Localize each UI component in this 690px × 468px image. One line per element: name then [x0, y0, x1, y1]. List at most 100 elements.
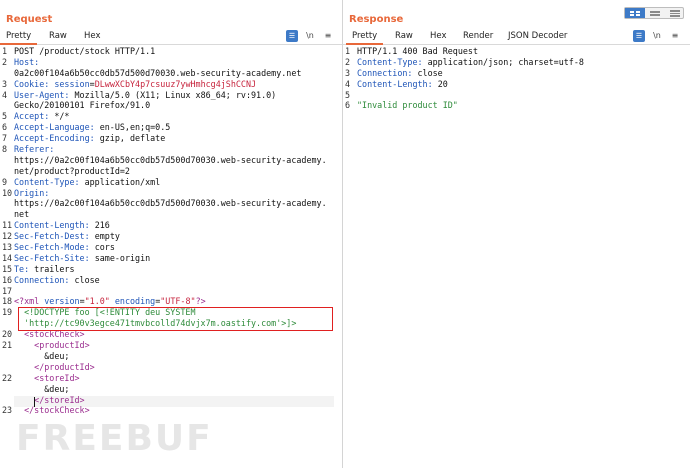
code-line[interactable]: </storeId> — [0, 395, 342, 406]
code-line[interactable]: 13 Sec-Fetch-Mode: cors — [0, 242, 342, 253]
token: &deu; — [14, 383, 70, 394]
code-line[interactable]: 1 HTTP/1.1 400 Bad Request — [343, 46, 690, 57]
code-line[interactable]: Gecko/20100101 Firefox/91.0 — [0, 100, 342, 111]
code-line[interactable]: &deu; — [0, 384, 342, 395]
line-number: 7 — [2, 133, 8, 144]
line-number: 18 — [2, 296, 13, 307]
token: encoding — [114, 296, 156, 307]
token: User-Agent: — [14, 89, 75, 100]
code-line[interactable]: 3 Connection: close — [343, 68, 690, 79]
line-number: 12 — [2, 231, 13, 242]
hamburger-menu-icon[interactable]: ≡ — [322, 30, 334, 42]
code-line[interactable]: &deu; — [0, 351, 342, 362]
code-line[interactable]: 4 Content-Length: 20 — [343, 79, 690, 90]
actions-menu-icon[interactable]: ☰ — [633, 30, 645, 42]
newline-toggle-icon[interactable]: \n — [651, 30, 663, 42]
code-line[interactable]: 1 POST /product/stock HTTP/1.1 — [0, 46, 342, 57]
code-line[interactable]: https://0a2c00f104a6b50cc0db57d500d70030… — [0, 155, 342, 166]
token: Accept-Language: — [14, 122, 100, 133]
tab-raw[interactable]: Raw — [49, 31, 67, 41]
code-line[interactable]: 5 — [343, 90, 690, 101]
token: 20 — [437, 78, 448, 89]
line-number: 4 — [345, 78, 351, 89]
tab-pretty[interactable]: Pretty — [0, 31, 38, 45]
code-line[interactable]: 18 <?xml version="1.0" encoding="UTF-8"?> — [0, 296, 342, 307]
actions-menu-icon[interactable]: ☰ — [286, 30, 298, 42]
line-text: "Invalid product ID" — [357, 100, 458, 111]
line-number: 8 — [2, 144, 8, 155]
tab-render[interactable]: Render — [463, 31, 493, 41]
token: Sec-Fetch-Dest: — [14, 231, 95, 242]
code-line[interactable]: https://0a2c00f104a6b50cc0db57d500d70030… — [0, 198, 342, 209]
code-line[interactable]: 8 Referer: — [0, 144, 342, 155]
code-line[interactable]: 9 Content-Type: application/xml — [0, 177, 342, 188]
token: */* — [54, 111, 70, 122]
token: DLwwXCbY4p7csuuz7ywHmhcg4jShCCNJ — [94, 78, 257, 89]
line-text: Accept: */* — [14, 111, 69, 122]
code-line[interactable]: 2 Content-Type: application/json; charset… — [343, 57, 690, 68]
code-line[interactable]: 6 Accept-Language: en-US,en;q=0.5 — [0, 122, 342, 133]
token: application/xml — [84, 176, 161, 187]
request-editor[interactable]: 1 POST /product/stock HTTP/1.1 2 Host: 0a2c0… — [0, 46, 342, 416]
line-text: &deu; — [14, 384, 69, 395]
line-number: 2 — [2, 56, 8, 67]
tab-hex[interactable]: Hex — [430, 31, 447, 41]
code-line[interactable]: 12 Sec-Fetch-Dest: empty — [0, 231, 342, 242]
line-number: 1 — [345, 46, 351, 56]
code-line[interactable]: 22 <storeId> — [0, 373, 342, 384]
line-number: 14 — [2, 252, 13, 263]
line-text: Connection: close — [14, 275, 100, 286]
token: net/product?productId=2 — [14, 165, 130, 176]
token: same-origin — [94, 252, 151, 263]
line-number: 13 — [2, 242, 13, 253]
code-line[interactable]: 5 Accept: */* — [0, 111, 342, 122]
code-line[interactable]: net/product?productId=2 — [0, 166, 342, 177]
code-line[interactable]: 16 Connection: close — [0, 275, 342, 286]
response-title: Response — [349, 14, 404, 25]
token: "UTF-8" — [160, 296, 196, 307]
code-line[interactable]: </productId> — [0, 362, 342, 373]
line-number: 2 — [345, 56, 351, 67]
line-text: </stockCheck> — [14, 405, 90, 416]
tab-hex[interactable]: Hex — [84, 31, 101, 41]
token: <storeId> — [14, 372, 80, 383]
token: cors — [94, 242, 115, 253]
newline-toggle-icon[interactable]: \n — [304, 30, 316, 42]
line-text: https://0a2c00f104a6b50cc0db57d500d70030… — [14, 198, 327, 209]
code-line[interactable]: 10 Origin: — [0, 188, 342, 199]
line-text: </storeId> — [14, 395, 84, 406]
token: 216 — [94, 220, 110, 231]
code-line[interactable]: net — [0, 209, 342, 220]
code-line[interactable]: 23 </stockCheck> — [0, 405, 342, 416]
tab-pretty[interactable]: Pretty — [345, 31, 384, 45]
code-line[interactable]: 6 "Invalid product ID" — [343, 100, 690, 111]
line-number: 1 — [2, 46, 8, 56]
token: Mozilla/5.0 (X11; Linux x86_64; rv:91.0) — [74, 89, 277, 100]
token: Content-Length: — [14, 220, 95, 231]
code-line[interactable]: 21 <productId> — [0, 340, 342, 351]
watermark: FREEBUF — [16, 418, 213, 459]
line-number: 20 — [2, 329, 13, 340]
code-line[interactable]: 4 User-Agent: Mozilla/5.0 (X11; Linux x86… — [0, 90, 342, 101]
token: Sec-Fetch-Mode: — [14, 242, 95, 253]
line-number: 22 — [2, 372, 13, 383]
token: Content-Type: — [357, 56, 428, 67]
tab-json-decoder[interactable]: JSON Decoder — [508, 31, 567, 41]
token: Cookie: — [14, 78, 55, 89]
request-pane: Request Pretty Raw Hex ☰ \n ≡ 1 POST /pro… — [0, 0, 342, 468]
line-text: </productId> — [14, 362, 95, 373]
code-line[interactable]: 15 Te: trailers — [0, 264, 342, 275]
tab-raw[interactable]: Raw — [395, 31, 413, 41]
code-line[interactable]: 7 Accept-Encoding: gzip, deflate — [0, 133, 342, 144]
token: Host: — [14, 56, 40, 67]
hamburger-menu-icon[interactable]: ≡ — [669, 30, 681, 42]
response-viewer[interactable]: 1 HTTP/1.1 400 Bad Request 2 Content-Type: … — [343, 46, 690, 111]
code-line[interactable]: 3 Cookie: session=DLwwXCbY4p7csuuz7ywHmhc… — [0, 79, 342, 90]
code-line[interactable]: 11 Content-Length: 216 — [0, 220, 342, 231]
token: Accept-Encoding: — [14, 133, 100, 144]
code-line[interactable]: 17 — [0, 286, 342, 297]
code-line[interactable]: 0a2c00f104a6b50cc0db57d500d70030.web-sec… — [0, 68, 342, 79]
code-line[interactable]: 2 Host: — [0, 57, 342, 68]
code-line[interactable]: 14 Sec-Fetch-Site: same-origin — [0, 253, 342, 264]
token: Origin: — [14, 187, 50, 198]
